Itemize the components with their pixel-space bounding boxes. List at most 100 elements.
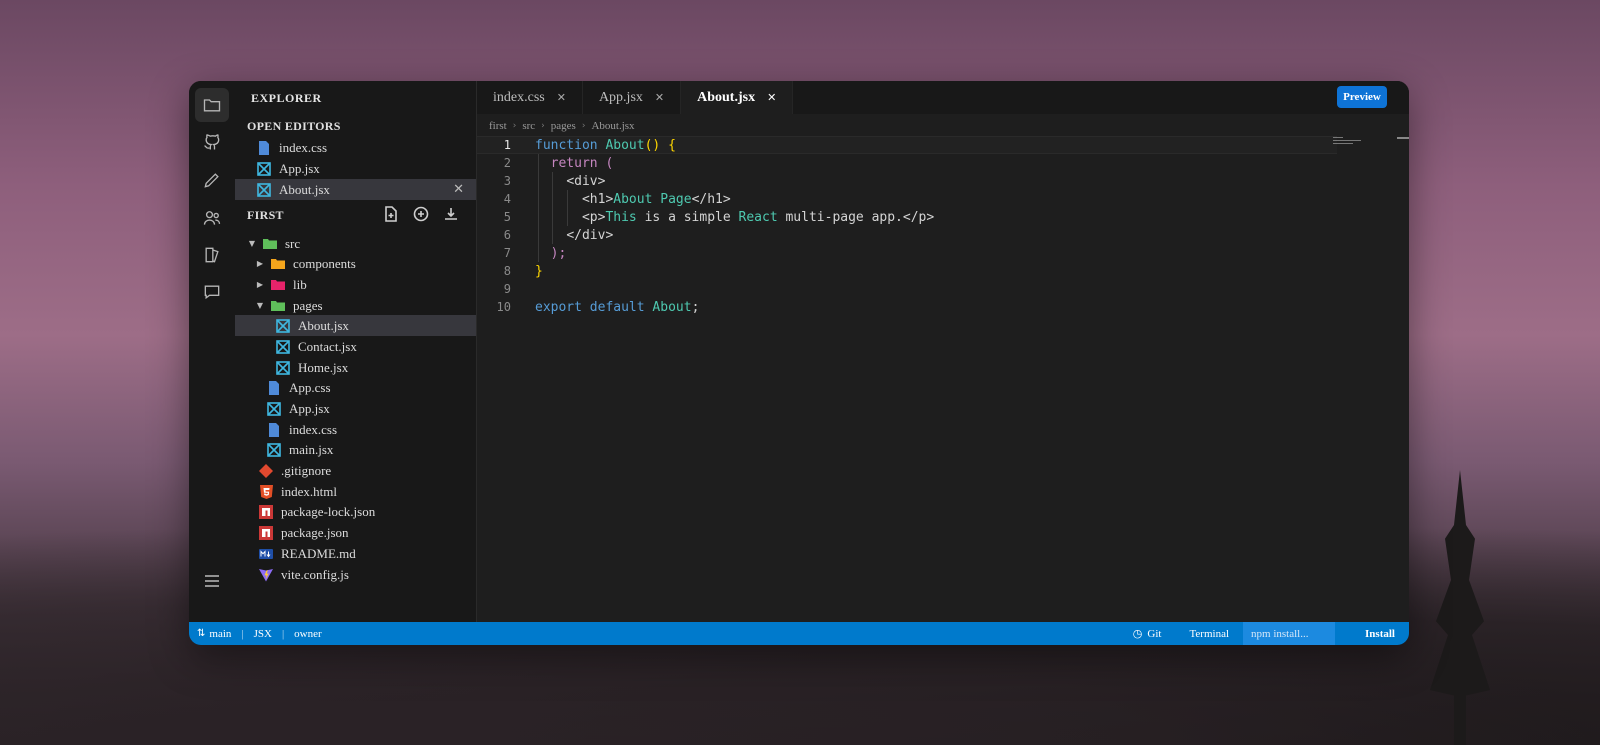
code-line: 9 <box>477 280 1337 298</box>
breadcrumb-item[interactable]: src <box>522 120 535 132</box>
vite-icon <box>259 568 273 582</box>
tree-label: components <box>293 255 356 271</box>
code-token: return <box>550 155 598 171</box>
indent-guide <box>538 154 539 262</box>
file-app-jsx[interactable]: App.jsx <box>235 398 476 419</box>
install-button[interactable]: Install <box>1335 628 1409 640</box>
indent-guide <box>567 190 568 226</box>
folder-components[interactable]: ▶ components <box>235 253 476 274</box>
github-icon[interactable] <box>195 125 229 159</box>
code-token: About <box>605 137 645 153</box>
chevron-right-icon: › <box>581 121 586 131</box>
breadcrumb-item[interactable]: About.jsx <box>591 120 634 132</box>
file-gitignore[interactable]: .gitignore <box>235 460 476 481</box>
language-mode[interactable]: JSX <box>254 628 272 640</box>
new-file-icon[interactable] <box>382 205 400 223</box>
npm-icon <box>259 504 273 519</box>
files-icon[interactable] <box>195 88 229 122</box>
line-number: 10 <box>496 300 511 314</box>
folder-pages[interactable]: ▼ pages <box>235 295 476 316</box>
file-about[interactable]: About.jsx <box>235 315 476 336</box>
code-token: <div> <box>566 173 606 189</box>
tree-label: Contact.jsx <box>298 338 357 354</box>
close-icon[interactable]: ✕ <box>557 91 566 104</box>
branch-icon: ⇅ <box>197 628 206 639</box>
tree-label: pages <box>293 297 323 313</box>
activity-bar <box>189 81 235 622</box>
tree-label: README.md <box>281 545 356 561</box>
chat-icon[interactable] <box>195 275 229 309</box>
tree-label: vite.config.js <box>281 566 349 582</box>
git-label: Git <box>1147 627 1162 640</box>
file-package-lock[interactable]: package-lock.json <box>235 501 476 522</box>
open-editor-label: About.jsx <box>279 181 330 197</box>
explorer-title: EXPLORER <box>251 91 322 105</box>
file-main-jsx[interactable]: main.jsx <box>235 439 476 460</box>
file-contact[interactable]: Contact.jsx <box>235 336 476 357</box>
menu-icon[interactable] <box>202 571 222 591</box>
code-line: 1 function About() { <box>477 136 1337 154</box>
folder-open-icon <box>271 299 285 313</box>
divider: | <box>281 627 285 640</box>
breadcrumb-item[interactable]: pages <box>551 120 576 132</box>
file-vite-config[interactable]: vite.config.js <box>235 564 476 585</box>
file-index-html[interactable]: index.html <box>235 481 476 502</box>
open-editor-label: index.css <box>279 139 328 155</box>
file-readme[interactable]: README.md <box>235 543 476 564</box>
preview-button[interactable]: Preview <box>1337 86 1387 108</box>
tab-about-jsx[interactable]: About.jsx ✕ <box>681 81 794 114</box>
file-app-css[interactable]: App.css <box>235 377 476 398</box>
tree-label: App.css <box>289 379 331 395</box>
npm-install-input[interactable] <box>1243 622 1336 645</box>
close-icon[interactable]: ✕ <box>655 91 664 104</box>
pencil-icon[interactable] <box>195 163 229 197</box>
folder-lib[interactable]: ▶ lib <box>235 274 476 295</box>
file-package-json[interactable]: package.json <box>235 522 476 543</box>
close-icon[interactable]: ✕ <box>453 182 464 197</box>
editor-window: EXPLORER OPEN EDITORS index.css App.jsx … <box>189 81 1409 645</box>
open-editor-item[interactable]: index.css <box>235 137 476 158</box>
minimap[interactable] <box>1333 137 1365 149</box>
code-line: 6 </div> <box>477 226 1337 244</box>
download-icon[interactable] <box>442 205 460 223</box>
new-folder-icon[interactable] <box>412 205 430 223</box>
folder-icon <box>271 257 285 271</box>
css-file-icon <box>257 140 271 155</box>
scrollbar-indicator[interactable] <box>1397 137 1409 139</box>
branch-name[interactable]: main <box>209 628 231 640</box>
tree-label: lib <box>293 276 307 292</box>
code-line: 2 return ( <box>477 154 1337 172</box>
html5-icon <box>259 484 273 499</box>
file-index-css[interactable]: index.css <box>235 419 476 440</box>
react-file-icon <box>267 401 281 416</box>
code-editor[interactable]: 1 function About() { 2 return ( 3 <div> … <box>477 136 1337 316</box>
close-icon[interactable]: ✕ <box>767 91 776 104</box>
line-number: 8 <box>503 264 511 278</box>
indent-guide <box>552 172 553 244</box>
folder-src[interactable]: ▼ src <box>235 233 476 254</box>
react-file-icon <box>257 161 271 176</box>
open-editor-item[interactable]: App.jsx <box>235 158 476 179</box>
terminal-button[interactable]: Terminal <box>1175 628 1243 640</box>
code-token: is a simple <box>636 209 739 225</box>
tab-index-css[interactable]: index.css ✕ <box>477 81 583 114</box>
chevron-right-icon: › <box>541 121 545 131</box>
chevron-right-icon: ▶ <box>256 259 264 268</box>
editor-area: index.css ✕ App.jsx ✕ About.jsx ✕ Previe… <box>477 81 1409 622</box>
react-file-icon <box>267 442 281 457</box>
user-name[interactable]: owner <box>294 628 322 640</box>
clock-icon: ◷ <box>1132 627 1143 640</box>
tree-label: package.json <box>281 524 349 540</box>
line-number: 4 <box>503 192 511 206</box>
open-editor-item-active[interactable]: About.jsx ✕ <box>235 179 476 200</box>
code-token: <h1> <box>581 191 614 207</box>
open-editor-label: App.jsx <box>279 160 320 176</box>
git-button[interactable]: ◷ Git <box>1119 627 1176 640</box>
book-icon[interactable] <box>195 238 229 272</box>
tab-app-jsx[interactable]: App.jsx ✕ <box>583 81 682 114</box>
users-icon[interactable] <box>195 201 229 235</box>
file-home[interactable]: Home.jsx <box>235 357 476 378</box>
code-token: About <box>652 299 692 315</box>
breadcrumb-item[interactable]: first <box>489 120 507 132</box>
tab-label: index.css <box>493 89 545 105</box>
